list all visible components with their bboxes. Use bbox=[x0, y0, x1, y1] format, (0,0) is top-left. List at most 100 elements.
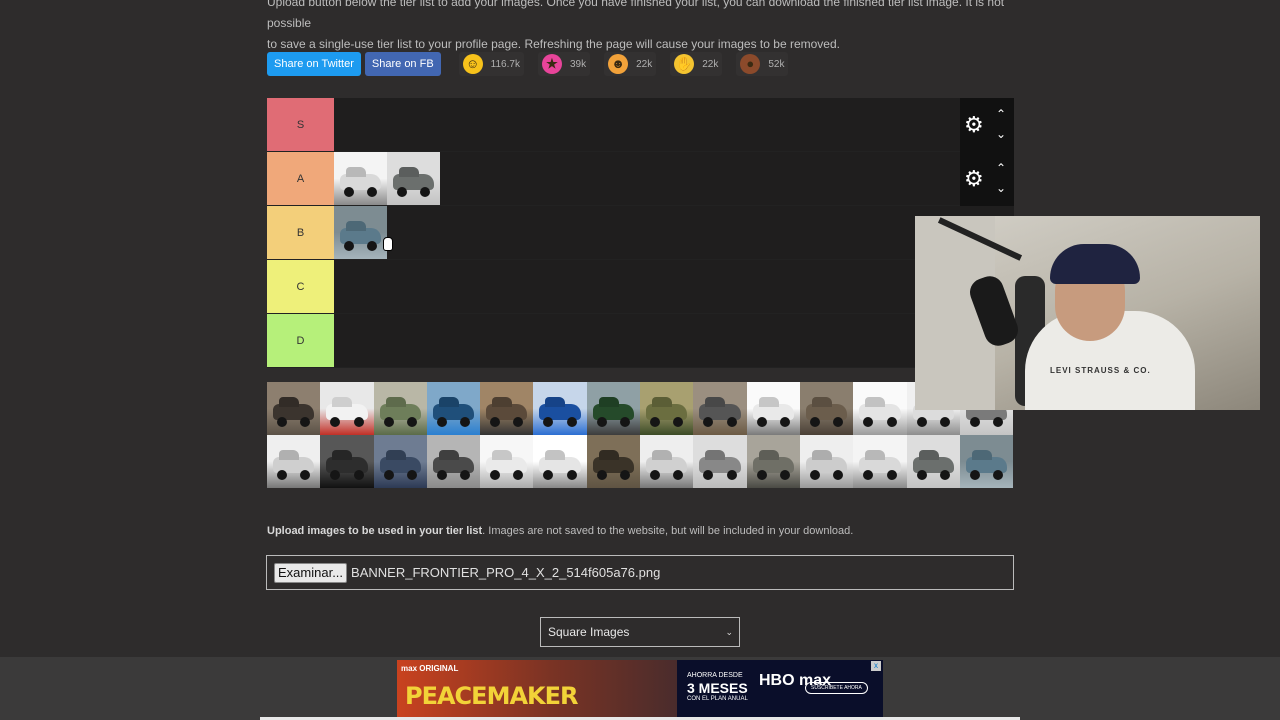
ad-close-icon[interactable]: x bbox=[871, 661, 881, 671]
reaction-poop[interactable]: ● 52k bbox=[736, 52, 789, 76]
tier-item-image[interactable] bbox=[334, 206, 387, 259]
truck-cab bbox=[598, 397, 619, 407]
truck-wheel bbox=[367, 241, 377, 251]
truck-wheel bbox=[916, 470, 927, 480]
truck-wheel bbox=[969, 470, 980, 480]
truck-wheel bbox=[300, 417, 311, 427]
truck-cab bbox=[438, 397, 459, 407]
pool-image[interactable] bbox=[640, 435, 694, 488]
pool-image[interactable] bbox=[267, 382, 321, 435]
pool-image[interactable] bbox=[320, 382, 374, 435]
intro-line-1: Upload button below the tier list to add… bbox=[267, 0, 1005, 30]
browse-button[interactable]: Examinar... bbox=[274, 562, 348, 583]
pool-image[interactable] bbox=[373, 382, 427, 435]
truck-wheel bbox=[886, 417, 897, 427]
chevron-up-icon[interactable]: ⌃ bbox=[996, 108, 1006, 120]
pool-image[interactable] bbox=[640, 382, 694, 435]
tier-item-image[interactable] bbox=[334, 152, 387, 205]
truck-wheel bbox=[939, 417, 950, 427]
chevron-down-icon[interactable]: ⌄ bbox=[996, 128, 1006, 140]
tier-item-image[interactable] bbox=[387, 152, 440, 205]
tier-label[interactable]: D bbox=[267, 314, 334, 367]
truck-wheel bbox=[344, 241, 354, 251]
ad-peacemaker-panel[interactable]: max ORIGINAL PEACEMAKER bbox=[397, 660, 677, 718]
pool-image[interactable] bbox=[693, 382, 747, 435]
pool-image[interactable] bbox=[799, 382, 854, 435]
tier-label[interactable]: A bbox=[267, 152, 334, 205]
truck-cab bbox=[598, 450, 619, 460]
ad-price-line-1: AHORRA DESDE bbox=[687, 672, 743, 679]
tier-items[interactable] bbox=[334, 98, 1014, 151]
truck-wheel bbox=[513, 417, 524, 427]
truck-cab bbox=[652, 450, 673, 460]
truck-wheel bbox=[513, 470, 524, 480]
reaction-laughing-face[interactable]: ☻ 22k bbox=[604, 52, 657, 76]
truck-wheel bbox=[863, 470, 874, 480]
tier-items[interactable] bbox=[334, 260, 1014, 313]
pool-image[interactable] bbox=[799, 435, 854, 488]
tier-label[interactable]: C bbox=[267, 260, 334, 313]
reaction-raised-hands[interactable]: ✋ 22k bbox=[670, 52, 723, 76]
pool-image[interactable] bbox=[267, 435, 321, 488]
pool-image[interactable] bbox=[320, 435, 374, 488]
laughing-face-icon: ☻ bbox=[608, 54, 629, 74]
pool-image[interactable] bbox=[373, 435, 427, 488]
gear-icon[interactable]: ⚙ bbox=[964, 114, 984, 136]
chevron-up-icon[interactable]: ⌃ bbox=[996, 162, 1006, 174]
ad-banner[interactable]: max ORIGINAL PEACEMAKER AHORRA DESDE 3 M… bbox=[397, 660, 883, 718]
reaction-count: 39k bbox=[569, 58, 587, 70]
pool-image[interactable] bbox=[426, 435, 481, 488]
tier-label[interactable]: S bbox=[267, 98, 334, 151]
raised-hands-icon: ✋ bbox=[674, 54, 695, 74]
pool-image[interactable] bbox=[853, 382, 907, 435]
hand-cursor-icon bbox=[383, 237, 393, 251]
pool-image[interactable] bbox=[586, 435, 641, 488]
truck-wheel bbox=[993, 470, 1004, 480]
chevron-down-icon[interactable]: ⌄ bbox=[996, 182, 1006, 194]
pool-image[interactable] bbox=[959, 435, 1014, 488]
ad-title: PEACEMAKER bbox=[405, 682, 578, 710]
pool-image[interactable] bbox=[746, 382, 800, 435]
tier-items[interactable] bbox=[334, 314, 1014, 367]
ad-cta-button[interactable]: SUSCRÍBETE AHORA bbox=[805, 682, 868, 694]
ad-offer-panel[interactable]: AHORRA DESDE 3 MESES CON EL PLAN ANUAL H… bbox=[677, 660, 883, 718]
pool-image[interactable] bbox=[480, 435, 534, 488]
truck-cab bbox=[385, 397, 406, 407]
file-input[interactable]: Examinar... BANNER_FRONTIER_PRO_4_X_2_51… bbox=[266, 555, 1014, 590]
truck-cab bbox=[865, 397, 886, 407]
truck-wheel bbox=[596, 470, 607, 480]
image-shape-select[interactable]: Square Images ⌄ bbox=[540, 617, 740, 647]
truck-cab bbox=[492, 450, 513, 460]
pool-image[interactable] bbox=[426, 382, 481, 435]
truck-cab bbox=[811, 397, 832, 407]
truck-cab bbox=[918, 450, 939, 460]
pool-image[interactable] bbox=[533, 435, 587, 488]
truck-wheel bbox=[650, 417, 661, 427]
gear-icon[interactable]: ⚙ bbox=[964, 168, 984, 190]
share-fb-button[interactable]: Share on FB bbox=[364, 52, 441, 76]
tier-items[interactable] bbox=[334, 152, 1014, 205]
truck-cab bbox=[705, 397, 726, 407]
pool-image[interactable] bbox=[693, 435, 747, 488]
truck-wheel bbox=[460, 417, 471, 427]
pool-image[interactable] bbox=[586, 382, 641, 435]
truck-cab bbox=[652, 397, 673, 407]
ad-brand-small: max ORIGINAL bbox=[401, 664, 459, 673]
truck-wheel bbox=[383, 470, 394, 480]
pool-image[interactable] bbox=[853, 435, 907, 488]
truck-wheel bbox=[397, 187, 407, 197]
truck-wheel bbox=[543, 470, 554, 480]
pool-image[interactable] bbox=[533, 382, 587, 435]
truck-wheel bbox=[703, 470, 714, 480]
truck-cab bbox=[279, 450, 299, 460]
share-twitter-button[interactable]: Share on Twitter bbox=[267, 52, 361, 76]
pool-image[interactable] bbox=[746, 435, 800, 488]
reaction-grinning-face[interactable]: ☺ 116.7k bbox=[458, 52, 524, 76]
tier-label[interactable]: B bbox=[267, 206, 334, 259]
tier-items[interactable] bbox=[334, 206, 1014, 259]
truck-wheel bbox=[490, 470, 501, 480]
truck-wheel bbox=[353, 470, 364, 480]
pool-image[interactable] bbox=[906, 435, 960, 488]
reaction-star-struck-face[interactable]: ★ 39k bbox=[537, 52, 591, 76]
pool-image[interactable] bbox=[480, 382, 534, 435]
